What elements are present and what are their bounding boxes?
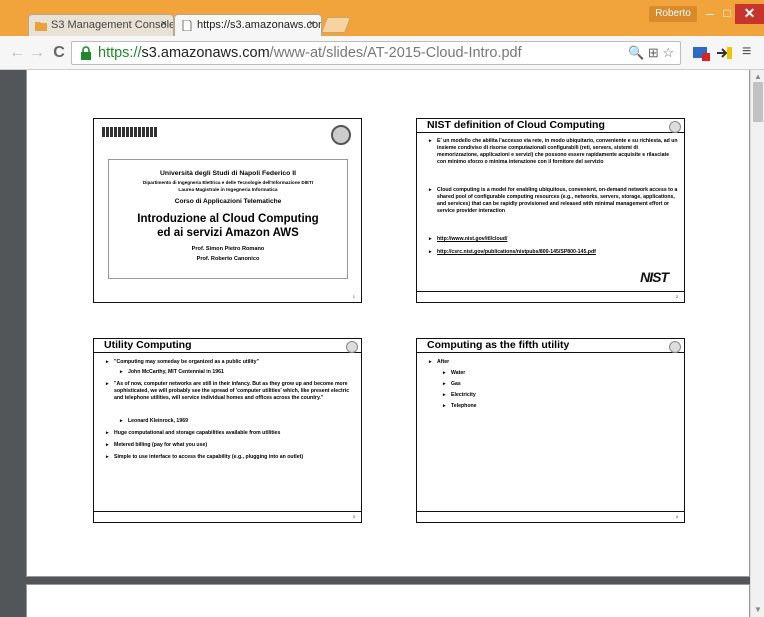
bullet-quote-kleinrock: "As of now, computer networks are still … xyxy=(106,381,356,402)
talk-title-line2: ed ai servizi Amazon AWS xyxy=(157,227,299,239)
tab-label: https://s3.amazonaws.com xyxy=(197,19,322,31)
forward-button[interactable]: → xyxy=(28,44,46,62)
course: Corso di Applicazioni Telematiche xyxy=(174,198,282,205)
toolbar: ← → C https://s3.amazonaws.com/www-at/sl… xyxy=(0,36,764,70)
minimize-button[interactable]: – xyxy=(703,4,717,24)
slide-number: 1 xyxy=(352,294,355,299)
tab-close-icon[interactable]: × xyxy=(161,18,167,30)
url-host: s3.amazonaws.com xyxy=(141,45,270,61)
slide-title-bar: Utility Computing xyxy=(94,339,361,353)
bullet-link-nist-pdf[interactable]: http://csrc.nist.gov/publications/nistpu… xyxy=(429,249,679,256)
bullet-interface: Simple to use interface to access the ca… xyxy=(106,454,356,461)
tab-close-icon[interactable]: × xyxy=(309,18,315,30)
pdf-page-next xyxy=(26,584,750,617)
back-button[interactable]: ← xyxy=(8,44,26,62)
bullet-english-definition: Cloud computing is a model for enabling … xyxy=(429,187,679,215)
bullet-after: After xyxy=(429,359,679,366)
tab-label: S3 Management Console xyxy=(51,19,174,31)
link-text[interactable]: http://www.nist.gov/itl/cloud/ xyxy=(437,236,507,242)
sub-bullet-gas: Gas xyxy=(443,381,461,388)
pdf-viewer: Università degli Studi di Napoli Federic… xyxy=(0,70,764,617)
slide-title: Computing as the fifth utility xyxy=(427,339,570,351)
slide-title: Utility Computing xyxy=(104,339,192,351)
bullet-capabilities: Huge computational and storage capabilit… xyxy=(106,430,356,437)
extension-icon[interactable] xyxy=(692,45,710,61)
menu-icon[interactable]: ≡ xyxy=(742,43,751,61)
scroll-down-icon[interactable]: ▼ xyxy=(754,605,762,614)
scroll-up-icon[interactable]: ▲ xyxy=(754,72,762,81)
university-logo xyxy=(102,127,157,137)
bullet-link-nist-cloud[interactable]: http://www.nist.gov/itl/cloud/ xyxy=(429,236,679,243)
slide-number: 4 xyxy=(675,514,678,519)
bullet-quote-mccarthy: "Computing may someday be organized as a… xyxy=(106,359,356,366)
pdf-page: Università degli Studi di Napoli Federic… xyxy=(26,70,764,577)
bullet-italian-definition: E' un modello che abilita l'accesso via … xyxy=(429,138,679,166)
university-name: Università degli Studi di Napoli Federic… xyxy=(160,170,296,177)
title-bar: S3 Management Console × https://s3.amazo… xyxy=(0,0,764,36)
url-path: /www-at/slides/AT-2015-Cloud-Intro.pdf xyxy=(269,45,522,61)
scrollbar[interactable]: ▲ ▼ xyxy=(750,70,764,617)
sub-bullet-electricity: Electricity xyxy=(443,392,476,399)
sub-bullet-mccarthy: John McCarthy, MIT Centennial in 1961 xyxy=(120,369,350,376)
sub-bullet-kleinrock: Leonard Kleinrock, 1969 xyxy=(120,418,350,425)
talk-title-line1: Introduzione al Cloud Computing xyxy=(137,213,319,225)
author-1: Prof. Simon Pietro Romano xyxy=(191,246,265,252)
seal-icon xyxy=(346,341,358,353)
sub-bullet-telephone: Telephone xyxy=(443,403,476,410)
lock-icon xyxy=(81,46,91,60)
slide-1: Università degli Studi di Napoli Federic… xyxy=(93,118,362,303)
slide-2: NIST definition of Cloud Computing E' un… xyxy=(416,118,685,303)
slide-3: Utility Computing "Computing may someday… xyxy=(93,338,362,523)
close-window-button[interactable]: ✕ xyxy=(735,4,764,24)
slide-4: Computing as the fifth utility After Wat… xyxy=(416,338,685,523)
department: Dipartimento di Ingegneria Elettrica e d… xyxy=(142,180,314,185)
new-tab-button[interactable] xyxy=(321,17,351,33)
link-text[interactable]: http://csrc.nist.gov/publications/nistpu… xyxy=(437,249,596,255)
omnibox-icons[interactable]: 🔍 ⊞ ☆ xyxy=(628,45,674,61)
slide-footer-line xyxy=(94,511,361,512)
seal-icon xyxy=(669,121,681,133)
slide-footer-line xyxy=(417,291,684,292)
bookmark-extension-icon[interactable] xyxy=(715,45,733,61)
profile-button[interactable]: Roberto xyxy=(649,6,697,22)
slide-number: 2 xyxy=(675,294,678,299)
degree: Laurea Magistrale in Ingegneria Informat… xyxy=(178,188,278,193)
author-2: Prof. Roberto Canonico xyxy=(196,256,260,262)
document-icon xyxy=(182,20,192,31)
bullet-metered-billing: Metered billing (pay for what you use) xyxy=(106,442,356,449)
slide-title: NIST definition of Cloud Computing xyxy=(427,119,605,131)
nist-logo: NIST xyxy=(640,269,669,285)
tab-s3-console[interactable]: S3 Management Console × xyxy=(28,14,174,36)
folder-icon xyxy=(35,22,47,31)
slide-title-bar: Computing as the fifth utility xyxy=(417,339,684,353)
slide-number: 3 xyxy=(352,514,355,519)
url-scheme: https:// xyxy=(98,45,142,61)
scrollbar-thumb[interactable] xyxy=(753,82,763,122)
slide-title-bar: NIST definition of Cloud Computing xyxy=(417,119,684,133)
maximize-button[interactable]: □ xyxy=(720,4,734,24)
title-box: Università degli Studi di Napoli Federic… xyxy=(108,159,348,279)
reload-button[interactable]: C xyxy=(50,44,68,62)
url-text[interactable]: https://s3.amazonaws.com/www-at/slides/A… xyxy=(98,45,522,61)
seal-icon xyxy=(669,341,681,353)
university-crest-icon xyxy=(331,125,351,145)
address-bar[interactable]: https://s3.amazonaws.com/www-at/slides/A… xyxy=(71,41,681,65)
tab-pdf[interactable]: https://s3.amazonaws.com × xyxy=(174,14,322,36)
slide-footer-line xyxy=(417,511,684,512)
sub-bullet-water: Water xyxy=(443,370,465,377)
